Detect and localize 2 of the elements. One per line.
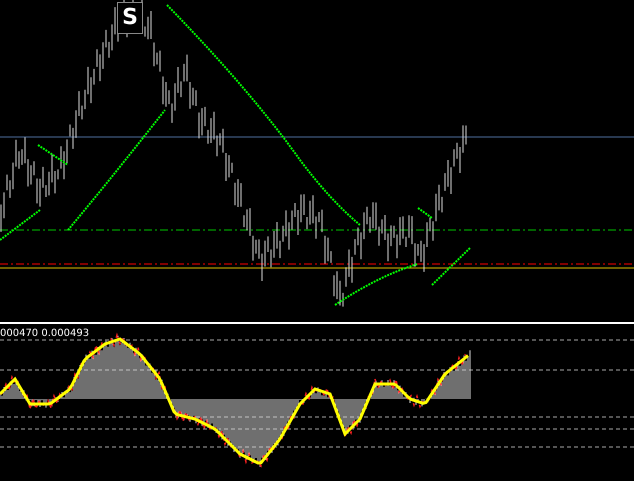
signal-label: S (117, 2, 143, 34)
indicator-values: 000470 0.000493 (0, 328, 90, 339)
